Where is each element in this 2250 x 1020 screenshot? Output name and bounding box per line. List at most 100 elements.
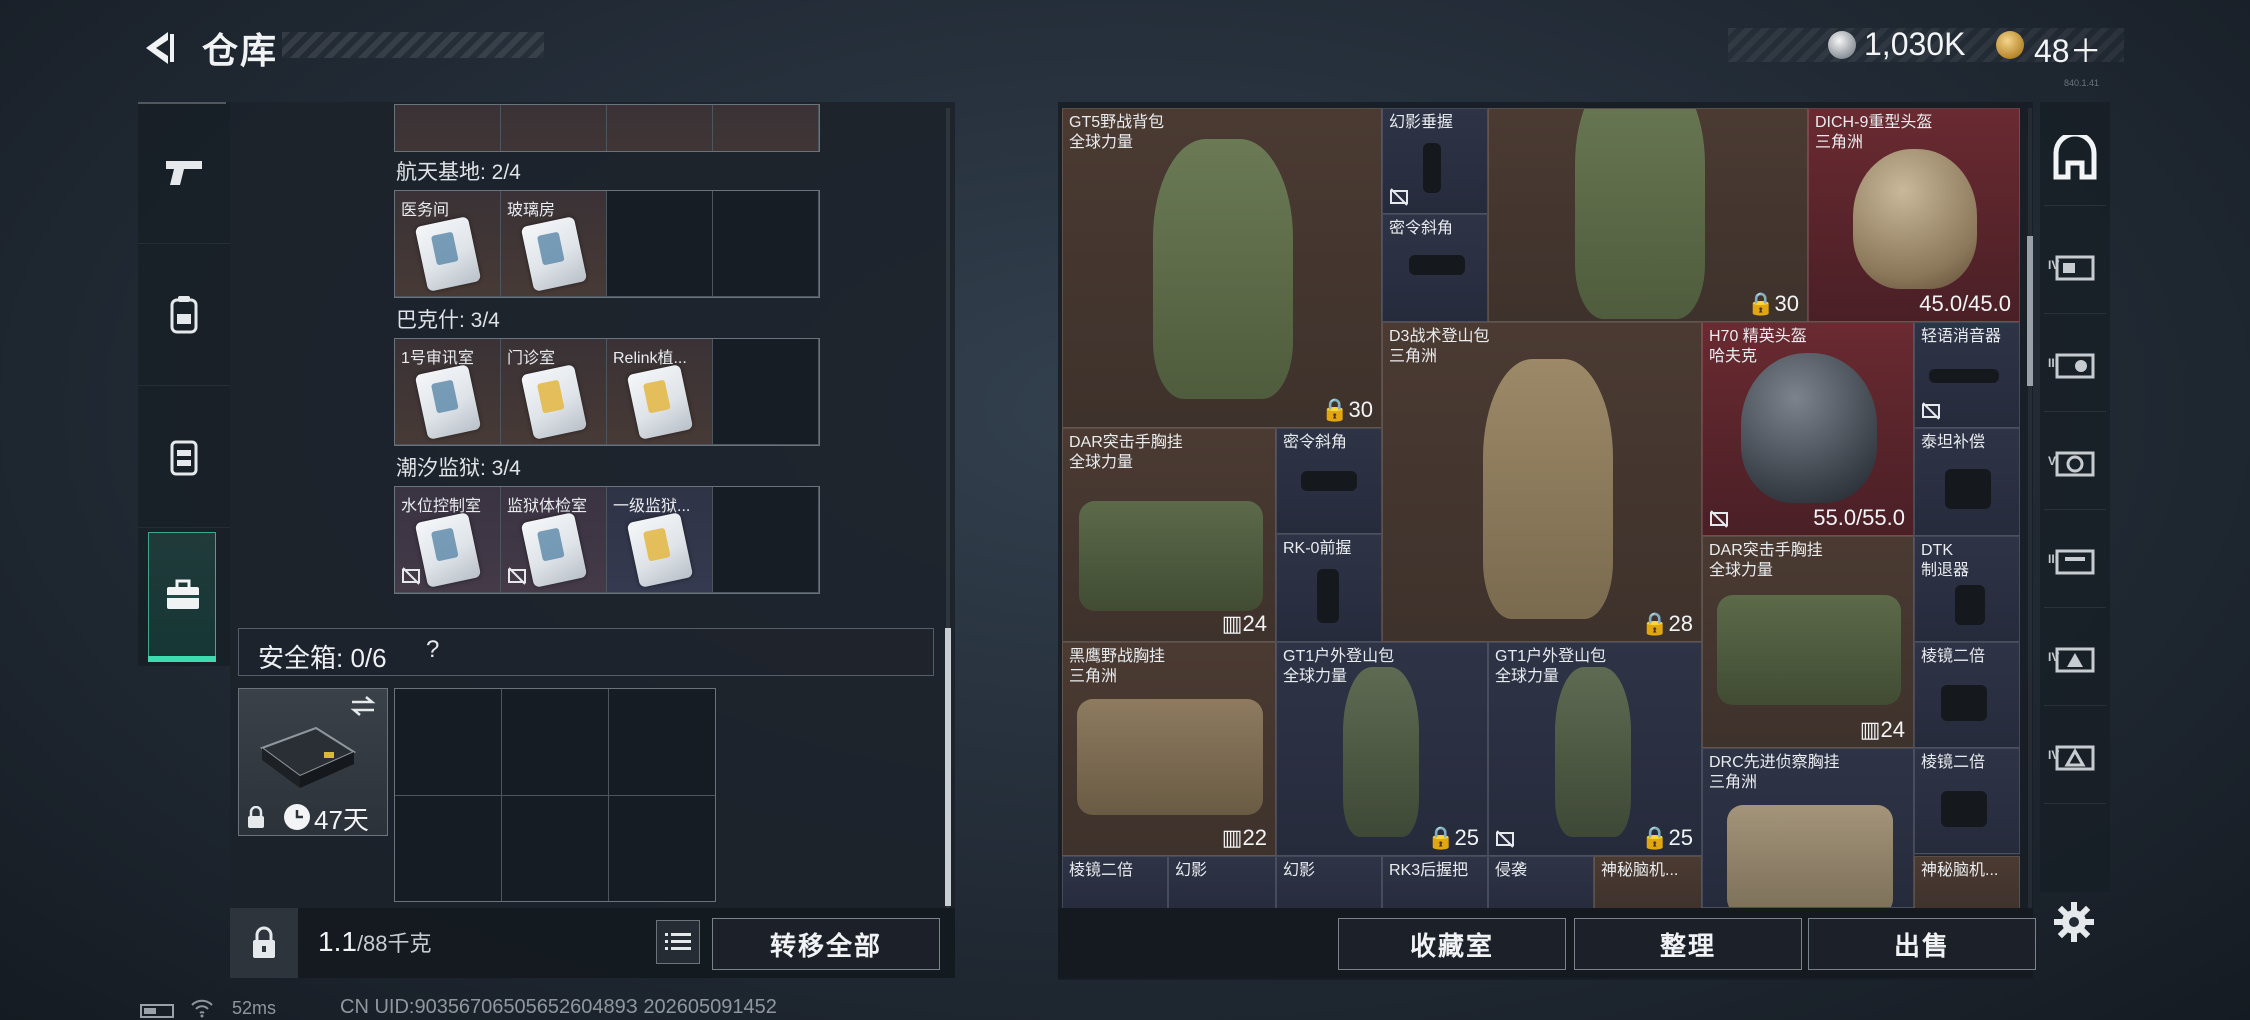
safebox-days-remaining: 47天 bbox=[314, 805, 369, 835]
group-label-aerospace: 航天基地: 2/4 bbox=[396, 161, 521, 184]
vest-image bbox=[1727, 805, 1893, 907]
backpack-image bbox=[1343, 667, 1419, 837]
keycard-slot[interactable] bbox=[607, 105, 713, 151]
stash-tab-5-level: IV bbox=[2048, 650, 2060, 664]
stash-item-phantom-2[interactable]: 幻影 bbox=[1276, 856, 1382, 908]
keycard-slot[interactable]: 门诊室 bbox=[501, 339, 607, 445]
keycard-slot[interactable] bbox=[713, 105, 819, 151]
weight-value: 1.1 bbox=[318, 926, 357, 957]
list-icon bbox=[665, 933, 691, 950]
stash-item-scope-2[interactable]: 棱镜二倍 bbox=[1914, 748, 2020, 854]
collection-room-button[interactable]: 收藏室 bbox=[1338, 918, 1566, 970]
stash-item-blackhawk-vest[interactable]: 黑鹰野战胸挂 三角洲 ▥22 bbox=[1062, 642, 1276, 856]
stash-item-angled-grip-2[interactable]: 密令斜角 bbox=[1276, 428, 1382, 534]
settings-gear-icon[interactable] bbox=[2052, 900, 2096, 944]
empty-slot[interactable] bbox=[713, 487, 819, 593]
stash-item-dar-vest-2[interactable]: DAR突击手胸挂 全球力量 ▥24 bbox=[1702, 536, 1914, 748]
backpack-icon bbox=[170, 295, 198, 333]
stash-item-fore-grip[interactable]: RK-0前握 bbox=[1276, 534, 1382, 642]
transfer-all-button[interactable]: 转移全部 bbox=[712, 918, 940, 970]
stash-item-dar-vest[interactable]: DAR突击手胸挂 全球力量 ▥24 bbox=[1062, 428, 1276, 642]
keycard-slot[interactable]: 监狱体检室 bbox=[501, 487, 607, 593]
helmet-image bbox=[1741, 353, 1877, 503]
sell-button[interactable]: 出售 bbox=[1808, 918, 2036, 970]
clock-icon bbox=[284, 804, 310, 830]
silver-balance[interactable]: 1,030K bbox=[1864, 26, 1965, 63]
stash-scroll-track[interactable] bbox=[2028, 108, 2032, 908]
stash-tab-4-level: III bbox=[2048, 552, 2059, 566]
vest-image bbox=[1077, 699, 1263, 815]
stash-item-gt5-backpack[interactable]: GT5野战背包 全球力量 🔒30 bbox=[1062, 108, 1382, 428]
stash-item-gt1-backpack-2[interactable]: GT1户外登山包 全球力量 🔒25 bbox=[1488, 642, 1702, 856]
rail-tab-containers[interactable] bbox=[148, 532, 216, 660]
stash-item-suppressor[interactable]: 轻语消音器 bbox=[1914, 322, 2020, 428]
stash-item-dich9-helmet[interactable]: DICH-9重型头盔 三角洲 45.0/45.0 bbox=[1808, 108, 2020, 322]
stash-item-backpack-top[interactable]: 🔒30 bbox=[1488, 108, 1808, 322]
stash-item-raid[interactable]: 侵袭 bbox=[1488, 856, 1594, 908]
empty-slot[interactable] bbox=[713, 339, 819, 445]
stash-scrollbar[interactable] bbox=[2027, 236, 2033, 386]
no-insurance-icon bbox=[1390, 188, 1408, 206]
keycard-image bbox=[414, 364, 482, 440]
stash-item-rear-grip[interactable]: RK3后握把 bbox=[1382, 856, 1488, 908]
keycard-slot[interactable]: 医务间 bbox=[395, 191, 501, 297]
weight-unit: /88千克 bbox=[356, 931, 432, 956]
keycard-slot[interactable] bbox=[501, 105, 607, 151]
stash-tab-icon bbox=[2055, 255, 2095, 280]
stash-item-phantom[interactable]: 幻影 bbox=[1168, 856, 1276, 908]
angled-grip-image bbox=[1409, 255, 1465, 275]
stash-item-compensator[interactable]: 泰坦补偿 bbox=[1914, 428, 2020, 536]
stash-item-h70-helmet[interactable]: H70 精英头盔 哈夫克 55.0/55.0 bbox=[1702, 322, 1914, 536]
safebox-grid[interactable] bbox=[394, 688, 716, 902]
keycard-slot[interactable]: 1号审讯室 bbox=[395, 339, 501, 445]
rail-tab-backpacks[interactable] bbox=[138, 244, 230, 386]
stash-tab-icon bbox=[2055, 647, 2095, 672]
scope-image bbox=[1941, 685, 1987, 721]
stash-item-scope-3[interactable]: 棱镜二倍 bbox=[1062, 856, 1168, 908]
stash-tab-1-level: IV bbox=[2048, 258, 2060, 272]
fore-grip-image bbox=[1317, 569, 1339, 623]
swap-icon[interactable] bbox=[348, 694, 378, 718]
gold-balance[interactable]: 48＋ bbox=[2034, 26, 2102, 72]
stash-item-gt1-backpack[interactable]: GT1户外登山包 全球力量 🔒25 bbox=[1276, 642, 1488, 856]
stash-item-muzzle-brake[interactable]: DTK 制退器 bbox=[1914, 536, 2020, 642]
stash-item-drc-vest[interactable]: DRC先进侦察胸挂 三角洲 bbox=[1702, 748, 1914, 908]
sort-button[interactable]: 整理 bbox=[1574, 918, 1802, 970]
grip-image bbox=[1423, 143, 1441, 193]
weight-readout: 1.1/88千克 bbox=[318, 926, 432, 958]
keycard-slot[interactable]: Relink植... bbox=[607, 339, 713, 445]
pistol-icon bbox=[166, 160, 202, 185]
scope-image bbox=[1941, 791, 1987, 827]
help-icon[interactable]: ? bbox=[426, 636, 439, 664]
rail-tab-vests[interactable] bbox=[138, 386, 230, 528]
ping-readout: 52ms bbox=[232, 998, 277, 1018]
group-label-tidal-prison: 潮汐监狱: 3/4 bbox=[396, 457, 521, 480]
empty-slot[interactable] bbox=[713, 191, 819, 297]
lock-icon bbox=[248, 806, 264, 828]
empty-slot[interactable] bbox=[607, 191, 713, 297]
stash-item-angled-grip[interactable]: 密令斜角 bbox=[1382, 214, 1488, 322]
keycard-slot[interactable]: 水位控制室 bbox=[395, 487, 501, 593]
back-arrow-icon[interactable] bbox=[138, 26, 182, 70]
list-view-button[interactable] bbox=[656, 920, 700, 964]
stash-item-scope[interactable]: 棱镜二倍 bbox=[1914, 642, 2020, 748]
silver-coin-icon bbox=[1828, 31, 1856, 59]
vest-image bbox=[1717, 595, 1901, 705]
keycard-slot[interactable]: 一级监狱... bbox=[607, 487, 713, 593]
stash-item-mystery-chip[interactable]: 神秘脑机... bbox=[1594, 856, 1702, 908]
wifi-icon bbox=[191, 999, 213, 1018]
keycard-image bbox=[520, 512, 588, 588]
stash-item-mystery-chip-2[interactable]: 神秘脑机... bbox=[1914, 856, 2020, 908]
lock-button[interactable] bbox=[230, 908, 298, 978]
stash-tab-all[interactable] bbox=[2044, 110, 2106, 206]
gold-coin-icon bbox=[1996, 31, 2024, 59]
rail-tab-weapons[interactable] bbox=[138, 102, 230, 244]
active-tab-indicator bbox=[148, 656, 216, 662]
keycard-image bbox=[520, 216, 588, 292]
keycard-slot[interactable] bbox=[395, 105, 501, 151]
keycard-image bbox=[626, 364, 694, 440]
keycard-slot[interactable]: 玻璃房 bbox=[501, 191, 607, 297]
stash-item-grip[interactable]: 幻影垂握 bbox=[1382, 108, 1488, 214]
stash-item-d3-backpack[interactable]: D3战术登山包 三角洲 🔒28 bbox=[1382, 322, 1702, 642]
container-scrollbar[interactable] bbox=[945, 628, 951, 906]
